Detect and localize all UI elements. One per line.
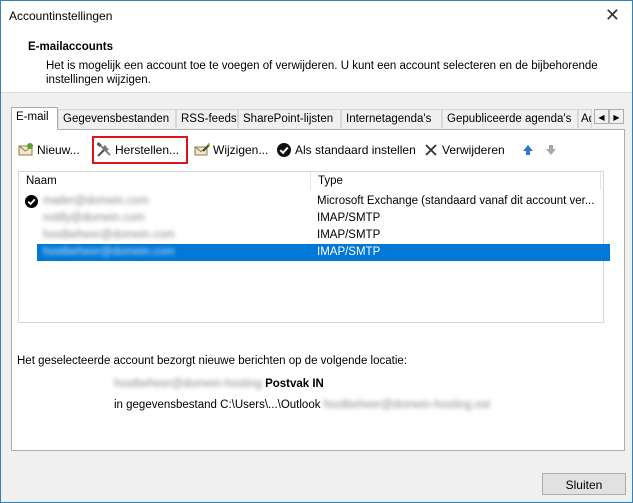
arrow-up-icon xyxy=(520,142,536,158)
repair-highlight-box xyxy=(92,136,188,164)
tab-sharepoint-lists[interactable]: SharePoint-lijsten xyxy=(238,109,341,128)
remove-x-icon xyxy=(423,142,439,158)
column-header-name[interactable]: Naam xyxy=(19,172,311,190)
tab-data-files[interactable]: Gegevensbestanden xyxy=(58,109,176,128)
tab-strip: E-mail Gegevensbestanden RSS-feeds Share… xyxy=(11,107,626,130)
remove-label: Verwijderen xyxy=(442,143,505,157)
account-name: hostbeheer@domein.com xyxy=(43,246,175,258)
close-button[interactable]: Sluiten xyxy=(542,473,626,495)
tab-published-calendars[interactable]: Gepubliceerde agenda's xyxy=(442,109,578,128)
account-name: hostbeheer@domein.com xyxy=(43,229,175,241)
new-label: Nieuw... xyxy=(37,143,80,157)
account-type: IMAP/SMTP xyxy=(317,212,381,224)
account-row[interactable]: notify@domein.com IMAP/SMTP xyxy=(19,210,603,227)
account-type: Microsoft Exchange (standaard vanaf dit … xyxy=(317,195,595,207)
tab-rss-feeds[interactable]: RSS-feeds xyxy=(176,109,238,128)
header-panel: E-mailaccounts Het is mogelijk een accou… xyxy=(1,32,632,93)
default-account-check-icon xyxy=(25,195,38,208)
delivery-folder: Postvak IN xyxy=(265,378,324,390)
change-label: Wijzigen... xyxy=(213,143,269,157)
change-button[interactable]: Wijzigen... xyxy=(194,140,268,160)
datafile-name: hostbeheer@domein-hosting.ost xyxy=(323,399,491,411)
column-header-type[interactable]: Type xyxy=(311,172,601,190)
account-name: notify@domein.com xyxy=(43,212,145,224)
header-title: E-mailaccounts xyxy=(28,41,113,53)
delivery-datafile-line: in gegevensbestand C:\Users\...\Outlook … xyxy=(114,399,490,411)
account-type: IMAP/SMTP xyxy=(317,246,381,258)
account-row[interactable]: mailer@domein.com Microsoft Exchange (st… xyxy=(19,193,603,210)
new-button[interactable]: Nieuw... xyxy=(18,140,80,160)
window-title: Accountinstellingen xyxy=(9,9,113,23)
tab-scroll-left-icon[interactable]: ◀ xyxy=(594,109,609,124)
close-window-icon[interactable]: ✕ xyxy=(605,5,620,26)
account-settings-dialog: Accountinstellingen ✕ E-mailaccounts Het… xyxy=(0,0,633,503)
move-up-button[interactable] xyxy=(520,140,536,160)
account-name: mailer@domein.com xyxy=(43,195,149,207)
datafile-path: in gegevensbestand C:\Users\...\Outlook xyxy=(114,399,321,411)
account-type: IMAP/SMTP xyxy=(317,229,381,241)
set-default-label: Als standaard instellen xyxy=(295,143,416,157)
tab-internet-calendars[interactable]: Internetagenda's xyxy=(341,109,442,128)
arrow-down-icon xyxy=(543,142,559,158)
delivery-location-label: Het geselecteerde account bezorgt nieuwe… xyxy=(17,355,407,367)
account-row-selected[interactable]: hostbeheer@domein.com IMAP/SMTP xyxy=(37,244,610,261)
tab-address-books[interactable]: Ad xyxy=(578,109,592,128)
delivery-folder-line: hostbeheer@domein-hosting Postvak IN xyxy=(114,378,324,390)
set-default-button[interactable]: Als standaard instellen xyxy=(276,140,416,160)
checkmark-circle-icon xyxy=(276,142,292,158)
header-description: Het is mogelijk een account toe te voege… xyxy=(46,60,598,86)
move-down-button[interactable] xyxy=(543,140,559,160)
account-list[interactable]: Naam Type mailer@domein.com Microsoft Ex… xyxy=(18,171,610,323)
new-account-icon xyxy=(18,142,34,158)
delivery-account: hostbeheer@domein-hosting xyxy=(114,378,262,390)
title-bar: Accountinstellingen ✕ xyxy=(1,1,632,32)
tab-email[interactable]: E-mail xyxy=(11,107,58,130)
change-account-icon xyxy=(194,142,211,158)
tab-scroll-right-icon[interactable]: ▶ xyxy=(609,109,624,124)
remove-button[interactable]: Verwijderen xyxy=(423,140,505,160)
account-row[interactable]: hostbeheer@domein.com IMAP/SMTP xyxy=(19,227,603,244)
